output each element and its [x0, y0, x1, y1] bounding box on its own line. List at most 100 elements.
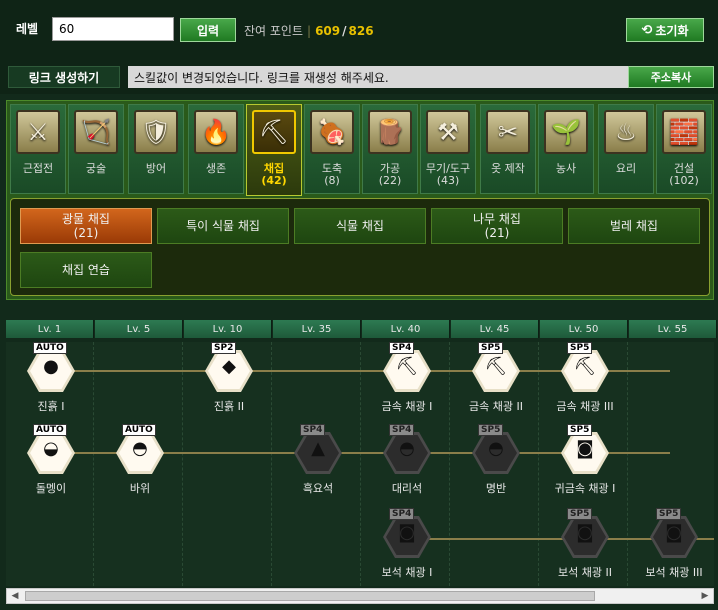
- skill-node[interactable]: SP5 ⛏: [559, 342, 611, 394]
- skill-node[interactable]: SP5 ⛏: [470, 342, 522, 394]
- bricks-icon: 🧱: [662, 110, 706, 154]
- level-column-header: Lv. 10: [184, 320, 272, 338]
- category-tab-2[interactable]: 🛡 방어: [128, 104, 184, 194]
- level-column-header: Lv. 55: [629, 320, 717, 338]
- link-title: 링크 생성하기: [8, 66, 120, 88]
- category-tab-3[interactable]: 🔥 생존: [188, 104, 244, 194]
- points-slash: /: [342, 24, 347, 38]
- skill-node[interactable]: SP4 ◙: [381, 508, 433, 560]
- skill-cost-badge: SP5: [567, 508, 593, 520]
- subcategory-tab-3[interactable]: 나무 채집 (21): [431, 208, 563, 244]
- subcategory-tab-2[interactable]: 식물 채집: [294, 208, 426, 244]
- skill-node[interactable]: SP5 ◙: [648, 508, 700, 560]
- subcategory-name: 채집 연습: [62, 263, 110, 277]
- skill-label: 돌멩이: [35, 482, 67, 495]
- skill-label: 보석 채광 I: [381, 566, 433, 579]
- skill-cost-badge: SP4: [389, 508, 415, 520]
- category-count: (22): [378, 174, 402, 187]
- skill-icon: ●: [43, 356, 59, 377]
- category-label: 농사: [539, 163, 593, 175]
- cooking-pot-icon: ♨: [604, 110, 648, 154]
- skill-icon: ◓: [399, 438, 415, 459]
- category-count: (8): [324, 174, 340, 187]
- skill-icon: ◒: [43, 438, 59, 459]
- subcategory-name: 광물 채집: [62, 212, 110, 226]
- skill-node[interactable]: SP4 ◓: [381, 424, 433, 476]
- skill-node[interactable]: SP2 ◆: [203, 342, 255, 394]
- category-name: 생존: [205, 162, 227, 175]
- skill-icon: ◙: [576, 522, 594, 543]
- skill-node[interactable]: SP4 ⛏: [381, 342, 433, 394]
- subcategory-name: 나무 채집: [473, 212, 521, 226]
- sprout-icon: 🌱: [544, 110, 588, 154]
- shield-icon: 🛡: [134, 110, 178, 154]
- subcategory-tab-4[interactable]: 벌레 채집: [568, 208, 700, 244]
- input-button[interactable]: 입력: [180, 18, 236, 42]
- scroll-left-icon[interactable]: ◀: [8, 590, 22, 602]
- anvil-icon: ⚒: [426, 110, 470, 154]
- level-column-header: Lv. 35: [273, 320, 361, 338]
- skill-node[interactable]: AUTO ●: [25, 342, 77, 394]
- level-column-header: Lv. 50: [540, 320, 628, 338]
- scroll-right-icon[interactable]: ▶: [698, 590, 712, 602]
- skill-icon: ⛏: [395, 356, 419, 377]
- category-label: 옷 제작: [481, 163, 535, 175]
- skill-node[interactable]: SP5 ◙: [559, 508, 611, 560]
- category-tab-9[interactable]: 🌱 농사: [538, 104, 594, 194]
- category-tab-5[interactable]: 🍖 도축 (8): [304, 104, 360, 194]
- category-count: (102): [669, 174, 699, 187]
- skill-label: 진흙 II: [213, 400, 245, 413]
- reset-button[interactable]: ⟲ 초기화: [626, 18, 704, 42]
- level-input[interactable]: [52, 17, 174, 41]
- horizontal-scrollbar[interactable]: ◀ ▶: [6, 588, 714, 604]
- category-tab-0[interactable]: ⚔ 근접전: [10, 104, 66, 194]
- category-label: 도축 (8): [305, 163, 359, 187]
- campfire-icon: 🔥: [194, 110, 238, 154]
- skill-cost-badge: AUTO: [33, 342, 67, 354]
- category-tab-6[interactable]: 🪵 가공 (22): [362, 104, 418, 194]
- skill-node[interactable]: SP5 ◙: [559, 424, 611, 476]
- skill-node[interactable]: SP5 ◓: [470, 424, 522, 476]
- gather-icon: ⛏: [252, 110, 296, 154]
- skill-icon: ◆: [222, 356, 236, 377]
- level-column-header: Lv. 1: [6, 320, 94, 338]
- category-label: 요리: [599, 163, 653, 175]
- skill-cost-badge: SP5: [567, 342, 593, 354]
- category-tab-1[interactable]: 🏹 궁술: [68, 104, 124, 194]
- skill-label: 대리석: [391, 482, 423, 495]
- category-count: (42): [261, 174, 287, 187]
- remaining-points-label: 잔여 포인트: [244, 24, 304, 38]
- category-tab-11[interactable]: 🧱 건설 (102): [656, 104, 712, 194]
- category-name: 근접전: [22, 162, 54, 175]
- bow-icon: 🏹: [74, 110, 118, 154]
- subcategory-tab-1[interactable]: 특이 식물 채집: [157, 208, 289, 244]
- copy-address-button[interactable]: 주소복사: [628, 66, 714, 88]
- skill-label: 금속 채광 II: [469, 400, 523, 413]
- category-label: 생존: [189, 163, 243, 175]
- level-label: 레벨: [16, 22, 39, 36]
- subcategory-tab-0[interactable]: 광물 채집 (21): [20, 208, 152, 244]
- level-column-header: Lv. 45: [451, 320, 539, 338]
- skill-icon: ⛏: [573, 356, 597, 377]
- skill-cost-badge: AUTO: [122, 424, 156, 436]
- category-tab-10[interactable]: ♨ 요리: [598, 104, 654, 194]
- skill-node[interactable]: SP4 ▲: [292, 424, 344, 476]
- category-label: 무기/도구 (43): [421, 163, 475, 187]
- scrollbar-thumb[interactable]: [25, 591, 595, 601]
- category-label: 근접전: [11, 163, 65, 175]
- category-tab-7[interactable]: ⚒ 무기/도구 (43): [420, 104, 476, 194]
- category-label: 방어: [129, 163, 183, 175]
- skill-icon: ◙: [398, 522, 416, 543]
- category-tab-8[interactable]: ✂ 옷 제작: [480, 104, 536, 194]
- skill-tree-grid: AUTO ● 진흙 I SP2 ◆ 진흙 II SP4 ⛏ 금속 채광 I SP5 ⛏ 금속 채광 I…: [6, 342, 714, 586]
- skill-node[interactable]: AUTO ◓: [114, 424, 166, 476]
- skill-icon: ◙: [576, 438, 594, 459]
- skill-cost-badge: SP4: [300, 424, 326, 436]
- subcategory-tab-5[interactable]: 채집 연습: [20, 252, 152, 288]
- skill-node[interactable]: AUTO ◒: [25, 424, 77, 476]
- category-label: 건설 (102): [657, 163, 711, 187]
- skill-label: 금속 채광 I: [381, 400, 433, 413]
- category-tab-4[interactable]: ⛏ 채집 (42): [246, 104, 302, 196]
- skill-cost-badge: SP5: [567, 424, 593, 436]
- category-label: 궁술: [69, 163, 123, 175]
